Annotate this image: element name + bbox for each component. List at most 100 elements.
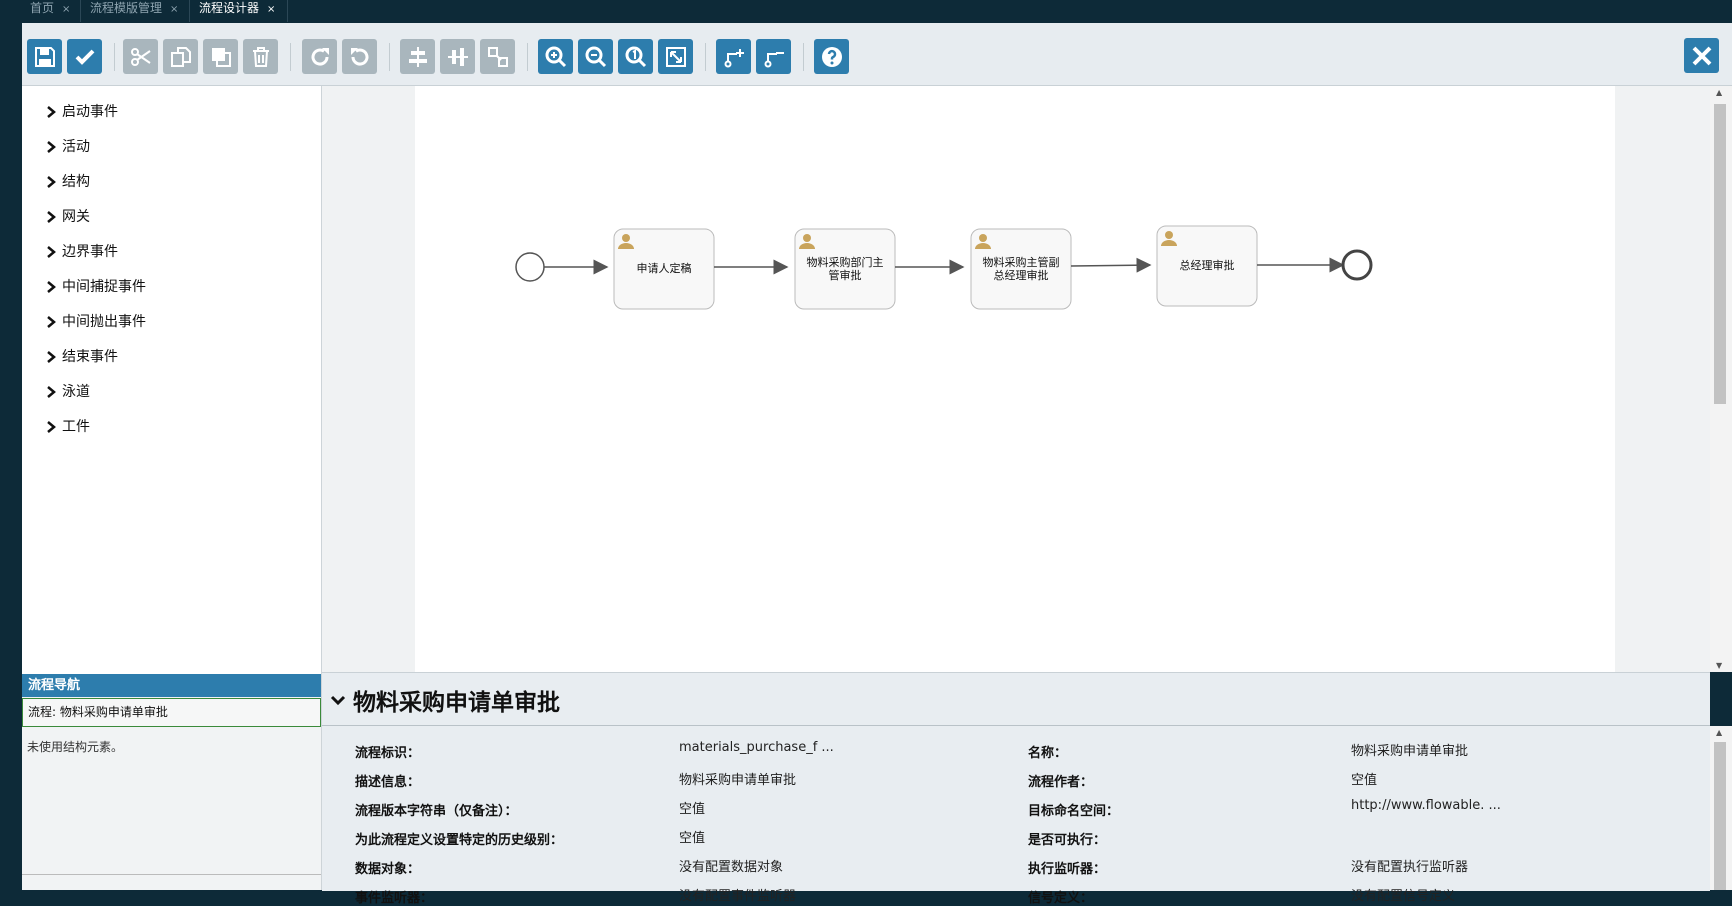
delete-button[interactable]: [243, 39, 278, 74]
user-task[interactable]: 物料采购部门主 管审批: [794, 228, 896, 310]
palette-group[interactable]: 边界事件: [44, 242, 118, 262]
palette-group-label: 中间捕捉事件: [62, 279, 146, 295]
palette-group-label: 启动事件: [62, 104, 118, 120]
toolbar-separator: [705, 43, 706, 71]
palette-group[interactable]: 结构: [44, 172, 90, 192]
palette-group-label: 网关: [62, 209, 90, 225]
palette-group[interactable]: 中间抛出事件: [44, 312, 146, 332]
zoom-fit-icon: [665, 46, 686, 67]
tab-process-designer[interactable]: 流程设计器 ×: [191, 0, 288, 22]
help-button[interactable]: [814, 39, 849, 74]
align-vertical-button[interactable]: [440, 39, 475, 74]
tab-template-management[interactable]: 流程模版管理 ×: [82, 0, 190, 22]
chevron-right-icon: [47, 176, 56, 188]
property-label: 执行监听器：: [1028, 862, 1107, 877]
palette-group[interactable]: 启动事件: [44, 102, 118, 122]
tab-label: 流程模版管理: [90, 1, 163, 15]
palette-group-label: 中间抛出事件: [62, 314, 146, 330]
shape-palette: 启动事件活动结构网关边界事件中间捕捉事件 中间抛出事件结束事件泳道工件: [22, 86, 322, 674]
property-value[interactable]: 物料采购申请单审批: [1351, 740, 1468, 759]
user-task[interactable]: 总经理审批: [1156, 225, 1258, 307]
cut-button[interactable]: [123, 39, 158, 74]
properties-header[interactable]: 物料采购申请单审批: [330, 683, 560, 717]
property-value[interactable]: 没有配置信号定义: [1351, 885, 1455, 904]
remove-bendpoint-button[interactable]: [756, 39, 791, 74]
zoom-actual-button[interactable]: [618, 39, 653, 74]
copy-icon: [170, 46, 191, 67]
task-label: 申请人定稿: [637, 261, 692, 275]
divider: [322, 725, 1710, 726]
zoom-out-button[interactable]: [578, 39, 613, 74]
properties-scrollbar[interactable]: ▲: [1710, 726, 1732, 890]
undo-button[interactable]: [342, 39, 377, 74]
palette-group[interactable]: 工件: [44, 417, 90, 437]
same-size-button[interactable]: [480, 39, 515, 74]
zoom-fit-button[interactable]: [658, 39, 693, 74]
align-vertical-icon: [447, 47, 468, 66]
property-value[interactable]: 物料采购申请单审批: [679, 769, 796, 788]
palette-group[interactable]: 中间捕捉事件: [44, 277, 146, 297]
chevron-right-icon: [47, 211, 56, 223]
user-task[interactable]: 申请人定稿: [613, 228, 715, 310]
property-value[interactable]: http://www.flowable. ...: [1351, 798, 1501, 813]
tab-close-icon[interactable]: ×: [267, 4, 275, 15]
property-value[interactable]: 没有配置事件监听器: [679, 885, 796, 904]
save-button[interactable]: [27, 39, 62, 74]
property-label: 数据对象：: [355, 862, 421, 877]
palette-group[interactable]: 活动: [44, 137, 90, 157]
undo-icon: [350, 47, 368, 66]
property-label: 流程标识：: [355, 746, 421, 761]
property-value[interactable]: 没有配置数据对象: [679, 856, 783, 875]
copy-button[interactable]: [163, 39, 198, 74]
cut-icon: [130, 47, 151, 66]
palette-group[interactable]: 泳道: [44, 382, 90, 402]
property-value[interactable]: materials_purchase_f ...: [679, 740, 834, 755]
tab-home[interactable]: 首页 ×: [22, 0, 81, 22]
start-event[interactable]: [515, 252, 545, 282]
scrollbar-thumb[interactable]: [1714, 104, 1726, 404]
toolbar-separator: [114, 43, 115, 71]
save-icon: [34, 46, 55, 67]
task-label: 物料采购主管副: [983, 255, 1060, 269]
paste-button[interactable]: [203, 39, 238, 74]
end-event[interactable]: [1341, 249, 1373, 281]
validate-check-icon: [75, 49, 94, 65]
delete-icon: [252, 46, 269, 67]
tab-close-icon[interactable]: ×: [62, 4, 70, 15]
align-horizontal-button[interactable]: [400, 39, 435, 74]
property-value[interactable]: 没有配置执行监听器: [1351, 856, 1468, 875]
scroll-up-icon[interactable]: ▲: [1716, 728, 1722, 737]
paste-icon: [211, 47, 231, 67]
align-horizontal-icon: [408, 46, 427, 67]
tab-close-icon[interactable]: ×: [170, 4, 178, 15]
palette-group[interactable]: 网关: [44, 207, 90, 227]
task-label: 总经理审批: [1180, 258, 1235, 272]
redo-button[interactable]: [302, 39, 337, 74]
navigator-selected-process[interactable]: 流程: 物料采购申请单审批: [22, 698, 321, 727]
property-value[interactable]: 空值: [1351, 769, 1377, 788]
redo-icon: [311, 47, 329, 66]
user-task[interactable]: 物料采购主管副 总经理审批: [970, 228, 1072, 310]
palette-group[interactable]: 结束事件: [44, 347, 118, 367]
sequence-flow[interactable]: [1070, 257, 1152, 273]
property-label: 描述信息：: [355, 775, 421, 790]
chevron-right-icon: [47, 386, 56, 398]
scrollbar-thumb[interactable]: [1714, 742, 1726, 890]
zoom-in-button[interactable]: [538, 39, 573, 74]
scroll-down-icon[interactable]: ▼: [1716, 661, 1722, 670]
toolbar: [22, 23, 1732, 86]
property-value[interactable]: 空值: [679, 798, 705, 817]
canvas-scrollbar[interactable]: ▲ ▼: [1710, 86, 1732, 672]
diagram-canvas[interactable]: 申请人定稿 物料采购部门主 管审批 物料采购主管副 总经理审批 总经理审批: [415, 86, 1615, 672]
properties-title: 物料采购申请单审批: [353, 690, 560, 716]
validate-button[interactable]: [67, 39, 102, 74]
left-edge: [0, 23, 22, 890]
toolbar-separator: [389, 43, 390, 71]
add-bendpoint-button[interactable]: [716, 39, 751, 74]
close-button[interactable]: [1684, 38, 1719, 73]
scroll-up-icon[interactable]: ▲: [1716, 88, 1722, 97]
navigator-title: 流程导航: [22, 674, 321, 697]
palette-group-label: 活动: [62, 139, 90, 155]
property-value[interactable]: 空值: [679, 827, 705, 846]
tab-label: 首页: [30, 1, 55, 15]
